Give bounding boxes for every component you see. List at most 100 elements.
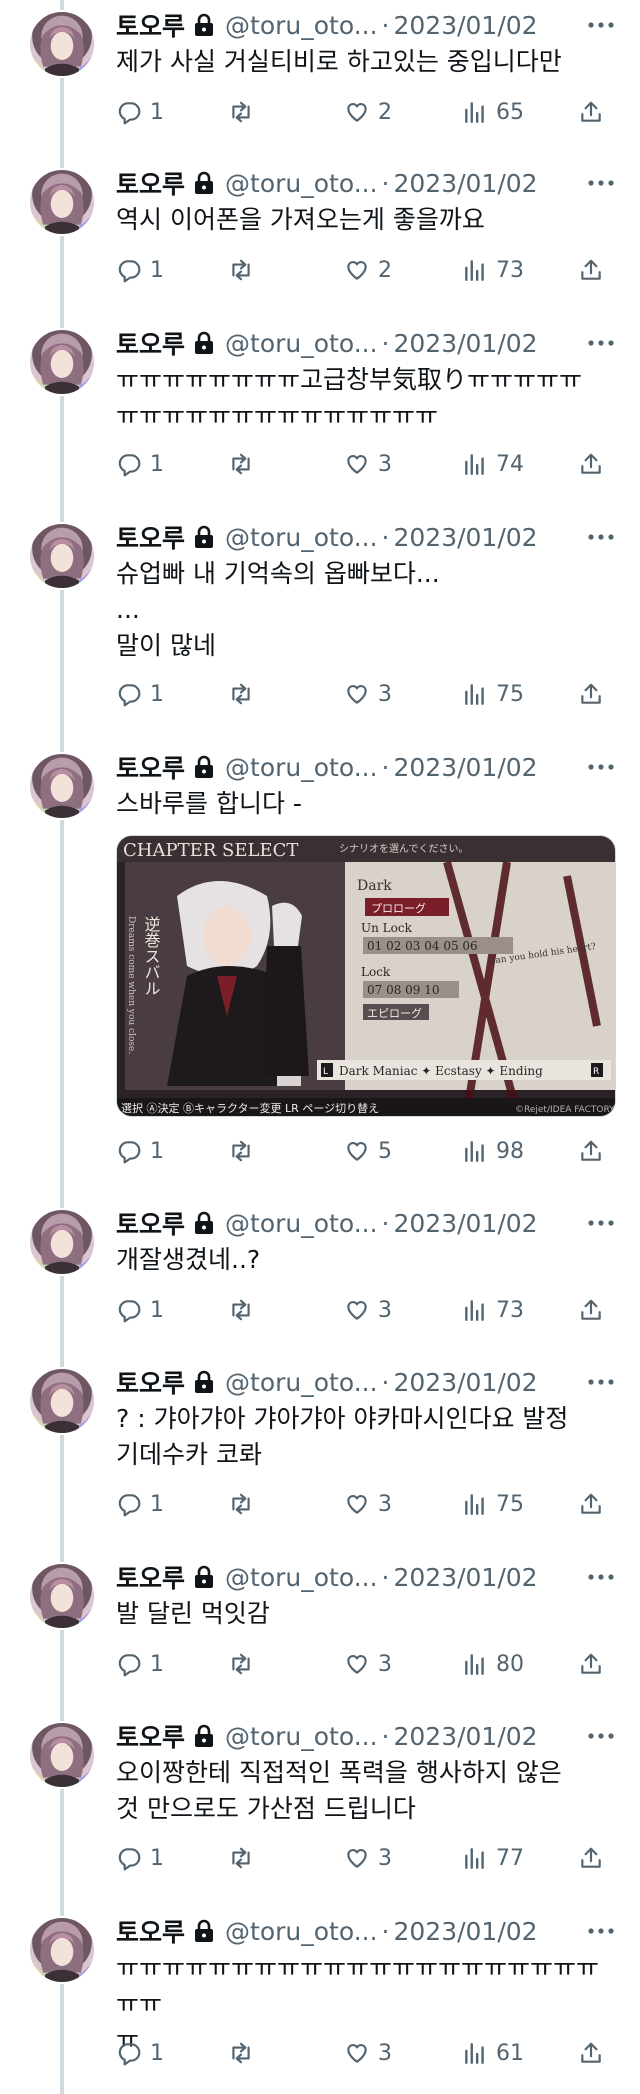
views-button[interactable]: 80	[462, 1651, 524, 1677]
display-name[interactable]: 토오루	[116, 1364, 185, 1400]
retweet-button[interactable]	[228, 1651, 262, 1677]
like-button[interactable]: 2	[344, 99, 392, 125]
user-handle[interactable]: @toru_oto...	[225, 1209, 378, 1238]
display-name[interactable]: 토오루	[116, 1559, 185, 1595]
user-handle[interactable]: @toru_oto...	[225, 1368, 378, 1397]
display-name[interactable]: 토오루	[116, 165, 185, 201]
tweet[interactable]: 토오루 @toru_oto... · 2023/01/02 스바루를 합니다 -…	[0, 752, 640, 1170]
more-icon[interactable]	[586, 756, 616, 778]
like-button[interactable]: 2	[344, 257, 392, 283]
like-button[interactable]: 5	[344, 1138, 392, 1164]
share-button[interactable]	[578, 1138, 612, 1164]
avatar-icon[interactable]	[28, 1208, 96, 1276]
avatar-icon[interactable]	[28, 1721, 96, 1789]
tweet-media[interactable]: CHAPTER SELECT シナリオを選んでください。 逆巻スバル Dream…	[116, 835, 616, 1117]
avatar-icon[interactable]	[28, 10, 96, 78]
reply-button[interactable]: 1	[116, 1651, 164, 1677]
like-button[interactable]: 3	[344, 2040, 392, 2066]
reply-button[interactable]: 1	[116, 99, 164, 125]
like-button[interactable]: 3	[344, 451, 392, 477]
display-name[interactable]: 토오루	[116, 7, 185, 43]
like-button[interactable]: 3	[344, 1491, 392, 1517]
share-button[interactable]	[578, 451, 612, 477]
like-button[interactable]: 3	[344, 1297, 392, 1323]
views-button[interactable]: 73	[462, 257, 524, 283]
like-button[interactable]: 3	[344, 1651, 392, 1677]
tweet[interactable]: 토오루 @toru_oto... · 2023/01/02 역시 이어폰을 가져…	[0, 168, 640, 289]
more-icon[interactable]	[586, 1920, 616, 1942]
reply-button[interactable]: 1	[116, 1138, 164, 1164]
views-button[interactable]: 98	[462, 1138, 524, 1164]
reply-button[interactable]: 1	[116, 1491, 164, 1517]
share-button[interactable]	[578, 99, 612, 125]
views-button[interactable]: 74	[462, 451, 524, 477]
user-handle[interactable]: @toru_oto...	[225, 11, 378, 40]
display-name[interactable]: 토오루	[116, 1205, 185, 1241]
share-button[interactable]	[578, 1651, 612, 1677]
share-button[interactable]	[578, 681, 612, 707]
tweet-date[interactable]: 2023/01/02	[393, 1917, 537, 1946]
tweet[interactable]: 토오루 @toru_oto... · 2023/01/02 ? : 갸아갸아 갸…	[0, 1367, 640, 1523]
display-name[interactable]: 토오루	[116, 325, 185, 361]
display-name[interactable]: 토오루	[116, 749, 185, 785]
reply-button[interactable]: 1	[116, 257, 164, 283]
more-icon[interactable]	[586, 1371, 616, 1393]
tweet[interactable]: 토오루 @toru_oto... · 2023/01/02 ㅠㅠㅠㅠㅠㅠㅠㅠㅠㅠ…	[0, 1916, 640, 2072]
display-name[interactable]: 토오루	[116, 1718, 185, 1754]
reply-button[interactable]: 1	[116, 451, 164, 477]
tweet[interactable]: 토오루 @toru_oto... · 2023/01/02 ㅠㅠㅠㅠㅠㅠㅠㅠ고급…	[0, 328, 640, 483]
more-icon[interactable]	[586, 14, 616, 36]
avatar-icon[interactable]	[28, 752, 96, 820]
more-icon[interactable]	[586, 526, 616, 548]
avatar-icon[interactable]	[28, 522, 96, 590]
reply-button[interactable]: 1	[116, 1845, 164, 1871]
tweet[interactable]: 토오루 @toru_oto... · 2023/01/02 슈업빠 내 기억속의…	[0, 522, 640, 713]
avatar-icon[interactable]	[28, 328, 96, 396]
tweet-date[interactable]: 2023/01/02	[393, 1563, 537, 1592]
display-name[interactable]: 토오루	[116, 519, 185, 555]
reply-button[interactable]: 1	[116, 2040, 164, 2066]
tweet[interactable]: 토오루 @toru_oto... · 2023/01/02 제가 사실 거실티비…	[0, 10, 640, 131]
retweet-button[interactable]	[228, 2040, 262, 2066]
tweet[interactable]: 토오루 @toru_oto... · 2023/01/02 발 달린 먹잇감 1	[0, 1562, 640, 1683]
avatar-icon[interactable]	[28, 168, 96, 236]
tweet-date[interactable]: 2023/01/02	[393, 753, 537, 782]
avatar-icon[interactable]	[28, 1562, 96, 1630]
avatar-icon[interactable]	[28, 1367, 96, 1435]
tweet-date[interactable]: 2023/01/02	[393, 1368, 537, 1397]
tweet-date[interactable]: 2023/01/02	[393, 1209, 537, 1238]
like-button[interactable]: 3	[344, 681, 392, 707]
tweet-date[interactable]: 2023/01/02	[393, 169, 537, 198]
more-icon[interactable]	[586, 1725, 616, 1747]
more-icon[interactable]	[586, 172, 616, 194]
views-button[interactable]: 65	[462, 99, 524, 125]
user-handle[interactable]: @toru_oto...	[225, 1722, 378, 1751]
user-handle[interactable]: @toru_oto...	[225, 753, 378, 782]
share-button[interactable]	[578, 2040, 612, 2066]
retweet-button[interactable]	[228, 257, 262, 283]
tweet-date[interactable]: 2023/01/02	[393, 1722, 537, 1751]
views-button[interactable]: 75	[462, 1491, 524, 1517]
share-button[interactable]	[578, 1491, 612, 1517]
user-handle[interactable]: @toru_oto...	[225, 169, 378, 198]
like-button[interactable]: 3	[344, 1845, 392, 1871]
views-button[interactable]: 77	[462, 1845, 524, 1871]
tweet-date[interactable]: 2023/01/02	[393, 523, 537, 552]
retweet-button[interactable]	[228, 451, 262, 477]
more-icon[interactable]	[586, 332, 616, 354]
more-icon[interactable]	[586, 1212, 616, 1234]
more-icon[interactable]	[586, 1566, 616, 1588]
retweet-button[interactable]	[228, 1845, 262, 1871]
user-handle[interactable]: @toru_oto...	[225, 1563, 378, 1592]
retweet-button[interactable]	[228, 681, 262, 707]
views-button[interactable]: 75	[462, 681, 524, 707]
reply-button[interactable]: 1	[116, 681, 164, 707]
user-handle[interactable]: @toru_oto...	[225, 329, 378, 358]
display-name[interactable]: 토오루	[116, 1913, 185, 1949]
views-button[interactable]: 73	[462, 1297, 524, 1323]
views-button[interactable]: 61	[462, 2040, 524, 2066]
tweet[interactable]: 토오루 @toru_oto... · 2023/01/02 개잘생겼네..? 1	[0, 1208, 640, 1329]
user-handle[interactable]: @toru_oto...	[225, 523, 378, 552]
retweet-button[interactable]	[228, 1297, 262, 1323]
tweet-date[interactable]: 2023/01/02	[393, 11, 537, 40]
